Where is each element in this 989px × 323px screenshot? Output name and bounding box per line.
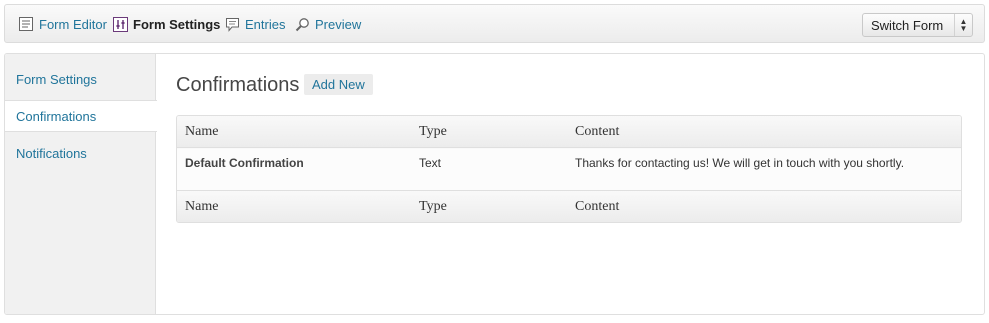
confirmations-table: Name Type Content Default Confirmation T… bbox=[176, 115, 962, 223]
column-footer-content: Content bbox=[575, 199, 620, 214]
row-name-link[interactable]: Default Confirmation bbox=[185, 156, 304, 170]
form-editor-link[interactable]: Form Editor bbox=[18, 14, 107, 34]
row-type: Text bbox=[419, 156, 442, 170]
table-footer: Name Type Content bbox=[177, 190, 961, 222]
form-settings-link[interactable]: Form Settings bbox=[112, 14, 220, 34]
column-footer-name: Name bbox=[185, 199, 219, 214]
entries-label: Entries bbox=[245, 16, 286, 32]
preview-icon bbox=[294, 16, 310, 32]
form-settings-icon bbox=[112, 16, 128, 32]
entries-icon bbox=[224, 16, 240, 32]
switch-form-select[interactable]: Switch Form ▲ ▼ bbox=[862, 13, 973, 37]
preview-label: Preview bbox=[315, 16, 362, 32]
add-new-button[interactable]: Add New bbox=[304, 74, 373, 95]
switch-form-label: Switch Form bbox=[871, 17, 944, 33]
form-editor-label: Form Editor bbox=[39, 16, 107, 32]
preview-link[interactable]: Preview bbox=[294, 14, 361, 34]
select-arrows-icon: ▲ ▼ bbox=[954, 14, 972, 36]
column-header-content: Content bbox=[575, 124, 620, 139]
column-header-type: Type bbox=[419, 124, 447, 139]
page-title: Confirmations bbox=[176, 74, 300, 96]
form-editor-icon bbox=[18, 16, 34, 32]
column-footer-type: Type bbox=[419, 199, 447, 214]
table-row[interactable]: Default Confirmation Text Thanks for con… bbox=[177, 149, 961, 191]
column-header-name: Name bbox=[185, 124, 219, 139]
top-toolbar: Form Editor Form Settings Entries Previe… bbox=[4, 4, 985, 43]
sidebar-item-notifications[interactable]: Notifications bbox=[5, 140, 156, 172]
sidebar-item-confirmations[interactable]: Confirmations bbox=[5, 100, 157, 132]
settings-panel: Form Settings Confirmations Notification… bbox=[4, 53, 985, 315]
settings-sidebar: Form Settings Confirmations Notification… bbox=[5, 54, 157, 314]
form-settings-label: Form Settings bbox=[133, 16, 221, 32]
entries-link[interactable]: Entries bbox=[224, 14, 285, 34]
main-content: Confirmations Add New Name Type Content … bbox=[176, 54, 984, 314]
row-content: Thanks for contacting us! We will get in… bbox=[575, 156, 905, 170]
sidebar-item-form-settings[interactable]: Form Settings bbox=[5, 66, 156, 96]
table-header: Name Type Content bbox=[177, 116, 961, 148]
